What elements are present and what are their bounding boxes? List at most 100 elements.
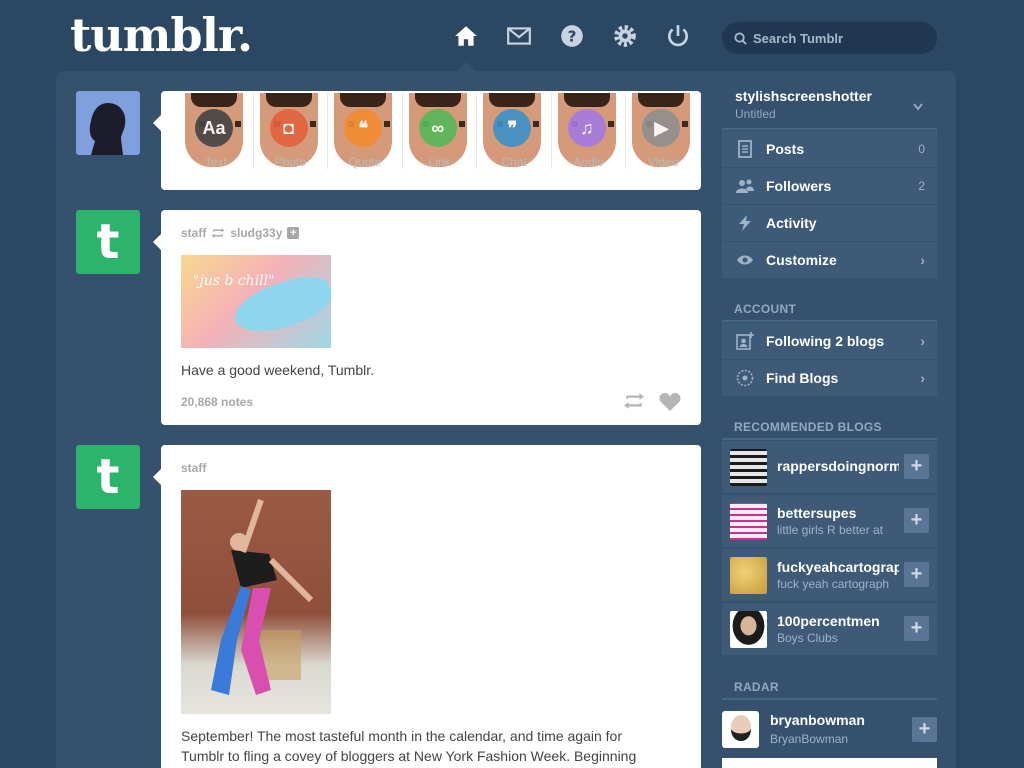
svg-text:?: ? [568,27,577,45]
follow-button[interactable]: + [904,508,929,533]
blog-selector[interactable]: stylishscreenshotter Untitled [722,87,937,127]
post-text: Have a good weekend, Tumblr. [181,362,375,378]
post-author[interactable]: staff [181,461,206,475]
recommended-blog[interactable]: rappersdoingnormalshit + [722,441,937,493]
post-composer: Aa Text ◘ Photo ❝ Quote ∞ Link ❞ Chat ♫ Audio ▶ Video [153,91,702,190]
post-type-label: Audio [573,155,605,169]
sidebar-item-activity[interactable]: Activity [722,205,937,241]
link-icon: ∞ [418,109,457,147]
chevron-down-icon [913,103,923,111]
dancer-figure [211,499,314,695]
post-card: staff September! The most tasteful month… [153,445,701,768]
sidebar-item-label: Activity [766,215,817,231]
sidebar-item-find-blogs[interactable]: Find Blogs › [722,360,937,396]
post-card: staff sludg33y + "jus b chill" Have a go… [153,210,701,425]
post-type-audio-button[interactable]: ♫ Audio [552,93,627,169]
sidebar-item-label: Following 2 blogs [766,333,885,349]
quote-icon: ❝ [344,109,383,147]
radar-blog-description: BryanBowman [770,732,849,746]
recommended-blog[interactable]: 100percentmen Boys Clubs + [722,603,937,655]
post-image[interactable] [181,490,331,714]
chevron-right-icon: › [920,252,925,268]
post-type-chat-button[interactable]: ❞ Chat [477,93,552,169]
post-type-label: Photo [274,155,307,169]
recommended-heading: RECOMMENDED BLOGS [734,420,882,434]
search-bar[interactable] [722,22,937,54]
blog-avatar [730,502,767,540]
power-icon[interactable] [664,22,692,50]
followers-count: 2 [918,179,925,193]
nav-active-caret [457,62,475,71]
bearded-face-icon [730,714,751,741]
radar-post-preview[interactable] [722,758,937,768]
blog-subtitle: Untitled [735,107,776,121]
sidebar-item-customize[interactable]: Customize › [722,242,937,278]
reblog-button-icon[interactable] [623,392,645,410]
post-type-label: Text [204,155,227,169]
follow-button[interactable]: + [904,616,929,641]
post-text-line: Tumblr to fling a covey of bloggers at N… [181,748,637,764]
text-icon: Aa [195,109,233,147]
reblog-icon [212,228,225,238]
audio-icon: ♫ [567,109,606,147]
document-icon [734,140,756,158]
follow-button[interactable]: + [904,562,929,587]
staff-avatar[interactable]: t [76,445,140,509]
user-avatar[interactable] [76,91,140,155]
divider [722,128,937,130]
blog-name: bettersupes [777,505,857,521]
home-icon[interactable] [452,22,480,50]
radar-avatar[interactable] [722,711,759,748]
compass-icon [734,369,756,387]
image-caption: "jus b chill" [193,273,275,289]
sidebar-item-label: Posts [766,141,805,157]
mail-icon[interactable] [505,22,533,50]
radar-blog-name[interactable]: bryanbowman [770,712,865,728]
notes-count[interactable]: 20,868 notes [181,395,253,409]
post-type-video-button[interactable]: ▶ Video [626,93,702,169]
like-heart-icon[interactable] [659,392,681,411]
blog-avatar [730,556,767,594]
sidebar-item-label: Followers [766,178,832,194]
post-type-text-button[interactable]: Aa Text [179,93,254,169]
help-icon[interactable]: ? [558,22,586,50]
blog-name: fuckyeahcartography [777,559,899,575]
post-type-label: Quote [348,155,382,169]
posts-count: 0 [918,142,925,156]
recommended-blog[interactable]: bettersupes little girls R better at + [722,495,937,547]
post-type-photo-button[interactable]: ◘ Photo [254,93,329,169]
post-type-link-button[interactable]: ∞ Link [403,93,478,169]
follow-button[interactable]: + [904,454,929,479]
blog-description: little girls R better at [777,523,884,537]
blog-description: Boys Clubs [777,631,838,645]
recommended-blog[interactable]: fuckyeahcartographyfuck yeah cartograph … [722,549,937,601]
gear-icon[interactable] [611,22,639,50]
search-input[interactable] [753,30,923,46]
sidebar-item-label: Find Blogs [766,370,839,386]
sidebar-item-label: Customize [766,252,837,268]
eye-icon [734,251,756,269]
blog-name: stylishscreenshotter [735,88,872,104]
staff-avatar[interactable]: t [76,210,140,274]
sidebar-item-following[interactable]: Following 2 blogs › [722,323,937,359]
sidebar-item-followers[interactable]: Followers 2 [722,168,937,204]
blog-avatar [730,610,767,648]
divider [722,698,937,700]
lightning-icon [734,214,756,232]
blog-description: fuck yeah cartograph [777,577,890,591]
post-text-line: September! The most tasteful month in th… [181,728,622,744]
follow-button[interactable]: + [912,717,937,742]
tumblr-logo[interactable]: tumblr. [70,8,253,62]
divider [722,438,937,440]
post-author[interactable]: staff [181,226,206,240]
sidebar-item-posts[interactable]: Posts 0 [722,131,937,167]
follow-plus-icon[interactable]: + [287,227,300,239]
photo-icon: ◘ [269,109,308,147]
account-heading: ACCOUNT [734,302,797,316]
divider [722,320,937,322]
post-type-label: Link [428,155,451,169]
post-type-quote-button[interactable]: ❝ Quote [328,93,403,169]
post-image[interactable]: "jus b chill" [181,255,331,348]
radar-heading: RADAR [734,680,779,694]
reblog-source[interactable]: sludg33y [230,226,282,240]
